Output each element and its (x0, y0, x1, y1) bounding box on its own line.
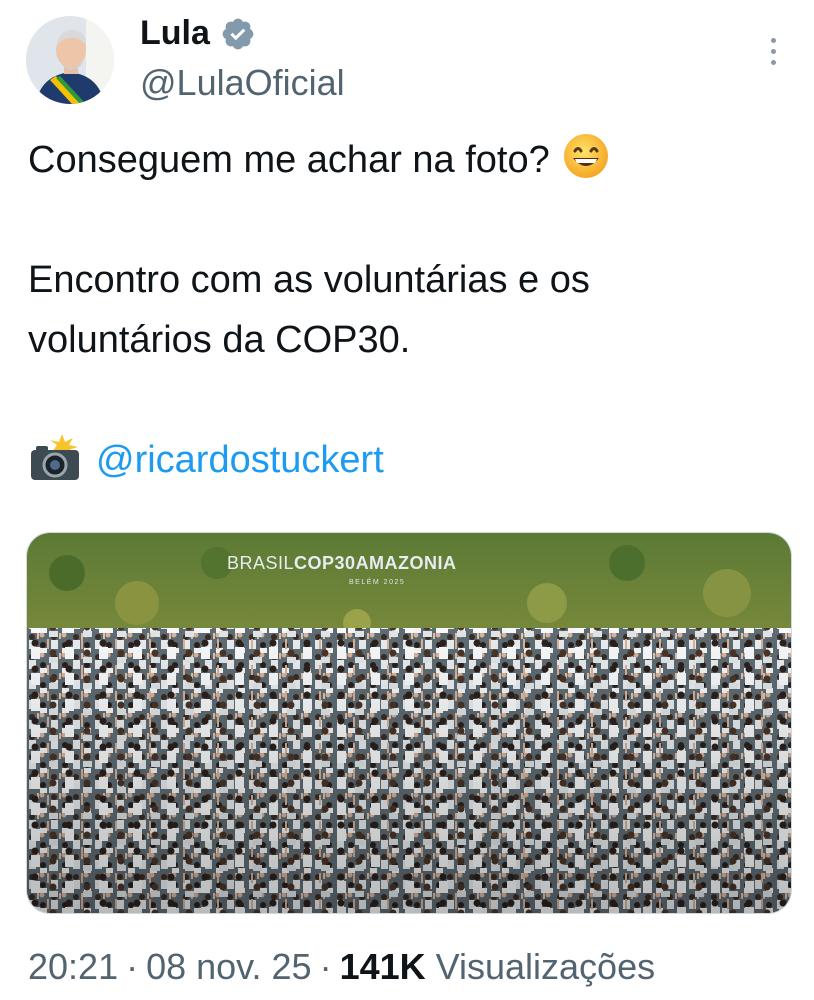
tweet-line-2a: Encontro com as voluntárias e os (28, 259, 590, 301)
tweet-line-2b: voluntários da COP30. (28, 319, 411, 361)
author-name[interactable]: Lula (140, 14, 210, 53)
crowd-photo-image (27, 533, 791, 913)
verified-badge-icon (222, 18, 254, 49)
separator-dot: · (126, 946, 139, 987)
author-name-row[interactable]: Lula (140, 14, 256, 53)
author-handle[interactable]: @LulaOficial (140, 62, 345, 104)
cop30-banner: BRASILCOP30AMAZONIA (227, 553, 457, 574)
tweet-question: Conseguem me achar na foto? (28, 139, 550, 181)
tweet-photo[interactable]: BRASILCOP30AMAZONIA BELÉM 2025 (26, 532, 792, 914)
photo-credit-line: @ricardostuckert (28, 430, 788, 490)
views-count: 141K (339, 946, 426, 987)
tweet-time[interactable]: 20:21 (28, 946, 118, 987)
avatar-image (26, 16, 114, 104)
photographer-mention-link[interactable]: @ricardostuckert (96, 439, 384, 481)
banner-subtitle: BELÉM 2025 (349, 579, 406, 586)
tweet-meta: 20:21 · 08 nov. 25 · 141K Visualizações (28, 946, 655, 988)
camera-flash-icon (31, 434, 79, 480)
separator-dot: · (319, 946, 332, 987)
grinning-face-emoji-icon (563, 134, 608, 178)
more-options-icon[interactable] (766, 38, 780, 68)
views-label: Visualizações (435, 946, 656, 987)
avatar[interactable] (26, 16, 114, 104)
banner-cop30: COP30 (294, 553, 356, 573)
tweet-text: Conseguem me achar na foto? Encontro com… (28, 130, 788, 490)
banner-amazonia: AMAZONIA (355, 553, 457, 573)
tweet-date[interactable]: 08 nov. 25 (146, 946, 311, 987)
tweet-line-1: Conseguem me achar na foto? (28, 130, 788, 190)
banner-brasil: BRASIL (227, 553, 295, 573)
